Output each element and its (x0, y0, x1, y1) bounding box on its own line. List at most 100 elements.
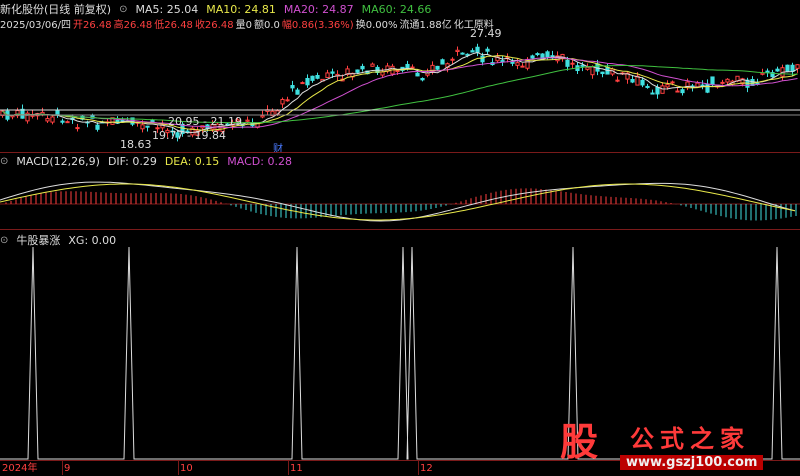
pane-divider-1[interactable] (0, 152, 800, 153)
bar-date: 2025/03/06/四 (0, 20, 72, 31)
candle-body (565, 59, 570, 67)
ma5-label: MA5: 25.04 (135, 2, 199, 16)
macd-settings-icon[interactable]: ⊙ (0, 156, 8, 167)
candle-body (65, 121, 70, 124)
candle-body (75, 127, 80, 130)
candle-body (245, 119, 250, 122)
candle-body (455, 49, 460, 52)
candle-body (510, 61, 515, 64)
low-label: 18.63 (120, 138, 152, 151)
macd-dea: DEA: 0.15 (164, 155, 220, 168)
bar-high: 高26.48 (113, 20, 153, 31)
candle-body (415, 72, 420, 77)
candle-body (580, 64, 585, 67)
candle-body (325, 72, 330, 78)
ma10-label: MA10: 24.81 (206, 2, 276, 16)
candle-body (330, 71, 335, 74)
candle-body (60, 120, 65, 123)
candle-body (500, 60, 505, 63)
peak-label: 27.49 (470, 27, 502, 40)
candle-body (545, 51, 550, 58)
price-chart[interactable] (0, 30, 800, 150)
candle-body (470, 50, 475, 53)
range2-label: 19.77 - 19.84 (152, 129, 226, 142)
candle-body (370, 63, 375, 67)
candle-body (360, 65, 365, 70)
bar-turnover: 换0.00% (355, 20, 398, 31)
candle-body (650, 92, 655, 95)
logo-url: www.gszj100.com (620, 455, 764, 470)
candle-body (590, 65, 595, 76)
axis-month-9: 9 (64, 463, 71, 474)
stock-name[interactable]: 新化股份(日线 前复权) (0, 1, 111, 17)
settings-icon[interactable]: ⊙ (119, 4, 127, 15)
range1-label: 20.95 - 21.19 (168, 115, 242, 128)
candle-body (655, 86, 660, 95)
axis-tick (288, 461, 289, 475)
candle-body (305, 77, 310, 86)
candle-body (585, 66, 590, 70)
candle-body (355, 69, 360, 73)
candle-body (695, 82, 700, 88)
candle-body (720, 81, 725, 84)
macd-chart[interactable] (0, 168, 800, 230)
macd-header: ⊙ MACD(12,26,9) DIF: 0.29 DEA: 0.15 MACD… (0, 155, 292, 168)
candle-body (725, 78, 730, 83)
macd-title[interactable]: MACD(12,26,9) (16, 155, 100, 168)
candle-body (420, 78, 425, 81)
candle-body (95, 124, 100, 130)
candle-body (570, 62, 575, 65)
candle-body (615, 79, 620, 82)
candle-body (150, 119, 155, 123)
candle-body (515, 62, 520, 66)
axis-tick (418, 461, 419, 475)
bar-close: 收26.48 (194, 20, 234, 31)
candle-body (280, 98, 285, 105)
xg-settings-icon[interactable]: ⊙ (0, 235, 8, 246)
candle-body (760, 72, 765, 75)
candle-body (480, 55, 485, 63)
bar-float: 流通1.88亿 (399, 20, 452, 31)
bar-open: 开26.48 (73, 20, 112, 31)
ma20-label: MA20: 24.87 (283, 2, 354, 16)
candle-body (435, 65, 440, 70)
candle-body (775, 68, 780, 72)
candle-body (665, 84, 670, 88)
dea-line (0, 183, 796, 221)
candle-body (440, 59, 445, 65)
candle-body (450, 58, 455, 61)
candle-body (785, 64, 790, 72)
dif-line (0, 181, 796, 222)
candle-body (290, 85, 295, 89)
logo-glyph: 股 (560, 419, 599, 464)
axis-tick (62, 461, 63, 475)
bar-low: 低26.48 (154, 20, 193, 31)
bar-change: 幅0.86(3.36%) (281, 20, 354, 31)
candle-body (530, 55, 535, 59)
candle-body (630, 78, 635, 83)
candle-body (645, 85, 650, 88)
candle-body (680, 89, 685, 94)
macd-value: MACD: 0.28 (227, 155, 292, 168)
axis-year: 2024年 (2, 463, 38, 474)
candle-body (395, 70, 400, 73)
pane-divider-2[interactable] (0, 229, 800, 230)
axis-month-10: 10 (180, 463, 193, 474)
candle-body (710, 76, 715, 86)
logo-title: 公式之家 (630, 424, 750, 453)
ma60-line (2, 65, 798, 124)
candle-body (520, 65, 525, 68)
candle-body (140, 124, 145, 130)
candle-body (640, 79, 645, 86)
candle-body (795, 64, 800, 69)
candle-body (260, 115, 265, 118)
candle-body (705, 83, 710, 93)
candle-body (45, 118, 50, 122)
candlesticks (0, 43, 800, 142)
axis-month-12: 12 (420, 463, 433, 474)
bar-amount: 额0.0 (253, 20, 280, 31)
candle-body (410, 66, 415, 69)
candle-body (600, 71, 605, 75)
candle-body (675, 90, 680, 93)
candle-body (535, 53, 540, 56)
